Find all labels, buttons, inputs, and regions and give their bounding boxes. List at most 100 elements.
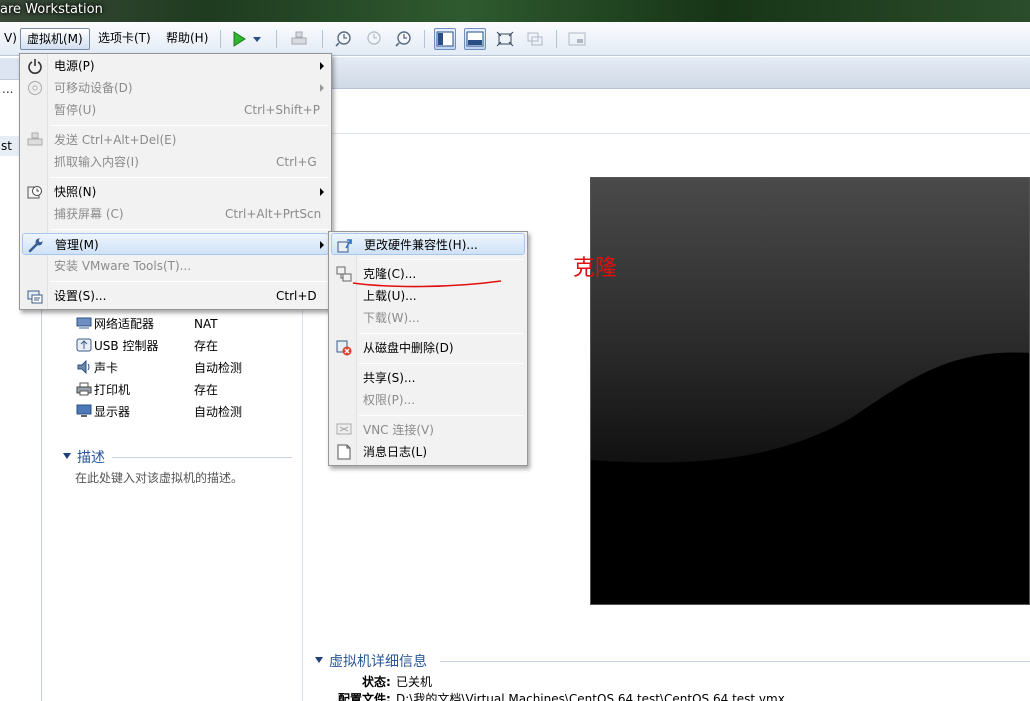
menu-item-label: 权限(P)... (363, 393, 416, 407)
show-library-button[interactable] (434, 28, 456, 50)
menu-item-grab-input[interactable]: 抓取输入内容(I) Ctrl+G (22, 151, 329, 173)
menu-item-vnc-connection[interactable]: VNC 连接(V) (331, 419, 525, 441)
thumbnail-layout-icon (466, 31, 484, 47)
menu-help[interactable]: 帮助(H) (160, 28, 214, 50)
upgrade-icon (337, 239, 352, 253)
menu-item-snapshot[interactable]: 快照(N) (22, 181, 329, 203)
menu-separator (50, 281, 329, 282)
title-bar: are Workstation (0, 0, 1030, 22)
device-row-usb[interactable]: USB 控制器 (76, 335, 158, 357)
menu-item-label: VNC 连接(V) (363, 423, 434, 437)
menu-separator (359, 363, 523, 364)
menu-separator (359, 415, 523, 416)
menu-item-label: 可移动设备(D) (54, 81, 133, 95)
device-row-network[interactable]: 网络适配器 (76, 313, 154, 335)
menu-separator (359, 333, 523, 334)
device-name: 网络适配器 (94, 317, 155, 331)
window-title: are Workstation (0, 2, 103, 17)
show-thumbnail-bar-button[interactable] (464, 28, 486, 50)
device-name: USB 控制器 (94, 339, 159, 353)
status-value: 已关机 (396, 675, 433, 689)
menu-item-install-vmware-tools[interactable]: 安装 VMware Tools(T)... (22, 255, 329, 277)
menu-item-label: 发送 Ctrl+Alt+Del(E) (54, 133, 177, 147)
revert-snapshot-button[interactable] (362, 28, 384, 50)
unity-button[interactable] (524, 28, 546, 50)
toolbar-separator (322, 30, 323, 48)
power-on-button[interactable] (228, 28, 250, 50)
menu-item-capture-screen[interactable]: 捕获屏幕 (C) Ctrl+Alt+PrtScn (22, 203, 329, 225)
send-ctrl-alt-del-button[interactable] (288, 28, 310, 50)
play-icon (233, 31, 246, 47)
device-name: 显示器 (94, 405, 131, 419)
power-dropdown[interactable] (250, 28, 264, 50)
menu-item-removable-devices[interactable]: 可移动设备(D) (22, 77, 329, 99)
menu-item-settings[interactable]: 设置(S)... Ctrl+D (22, 285, 329, 307)
collapse-icon (63, 453, 71, 459)
monitor-icon (76, 404, 92, 417)
wrench-icon (28, 238, 43, 253)
delete-disk-icon (336, 340, 352, 356)
menu-item-change-hardware-compatibility[interactable]: 更改硬件兼容性(H)... (331, 233, 525, 255)
config-file-label: 配置文件: (338, 692, 391, 701)
menu-item-power[interactable]: 电源(P) (22, 55, 329, 77)
printer-icon (76, 382, 92, 396)
menu-item-download[interactable]: 下载(W)... (331, 307, 525, 329)
submenu-arrow-icon (320, 188, 324, 196)
snapshot-manager-button[interactable] (392, 28, 414, 50)
library-search-options[interactable]: ... (2, 82, 13, 96)
description-heading: 描述 (77, 450, 105, 466)
menu-item-label: 捕获屏幕 (C) (54, 207, 124, 221)
status-label: 状态: (362, 675, 391, 689)
menu-item-message-log[interactable]: 消息日志(L) (331, 441, 525, 463)
menu-vm[interactable]: 虚拟机(M) (20, 28, 90, 50)
snapshot-button[interactable] (332, 28, 354, 50)
menu-item-permissions[interactable]: 权限(P)... (331, 389, 525, 411)
collapse-icon (315, 657, 323, 663)
divider (440, 661, 1030, 662)
fullscreen-icon (496, 31, 514, 47)
toolbar-separator (220, 30, 221, 48)
manage-submenu: 更改硬件兼容性(H)... 克隆(C)... 上载(U)... 下载(W)...… (328, 231, 528, 466)
keyboard-icon (291, 31, 307, 45)
snapshot-icon (27, 186, 42, 199)
menu-shortcut: Ctrl+D (276, 289, 317, 303)
annotation-underline (352, 280, 502, 288)
description-placeholder[interactable]: 在此处键入对该虚拟机的描述。 (75, 469, 243, 486)
menu-item-send-ctrl-alt-del[interactable]: 发送 Ctrl+Alt+Del(E) (22, 129, 329, 151)
device-row-sound[interactable]: 声卡 (76, 357, 118, 379)
clock-icon (395, 31, 411, 47)
full-screen-button[interactable] (494, 28, 516, 50)
description-header[interactable]: 描述 (63, 447, 105, 467)
chevron-down-icon (253, 37, 261, 42)
menu-item-manage[interactable]: 管理(M) (22, 233, 329, 255)
menu-item-label: 暂停(U) (54, 103, 97, 117)
device-value: 存在 (194, 339, 219, 353)
device-name: 打印机 (94, 383, 131, 397)
menu-item-delete-from-disk[interactable]: 从磁盘中删除(D) (331, 337, 525, 359)
config-file-value: D:\我的文档\Virtual Machines\CentOS 64 test\… (396, 692, 785, 701)
menu-item-label: 设置(S)... (54, 289, 107, 303)
menu-separator (359, 259, 523, 260)
menu-item-label: 下载(W)... (363, 311, 420, 325)
menu-separator (50, 229, 329, 230)
device-row-printer[interactable]: 打印机 (76, 379, 130, 401)
menu-item-label: 消息日志(L) (363, 445, 428, 459)
device-value: 存在 (194, 383, 219, 397)
vm-screen-preview[interactable] (590, 177, 1030, 605)
vm-details-header[interactable]: 虚拟机详细信息 (315, 651, 427, 671)
toolbar-separator (424, 30, 425, 48)
menu-item-label: 更改硬件兼容性(H)... (364, 238, 478, 252)
settings-icon (27, 290, 43, 304)
menu-item-share[interactable]: 共享(S)... (331, 367, 525, 389)
menu-tabs[interactable]: 选项卡(T) (92, 28, 157, 50)
console-view-button[interactable] (566, 28, 588, 50)
menu-item-label: 电源(P) (54, 59, 95, 73)
device-row-display[interactable]: 显示器 (76, 401, 130, 423)
menu-shortcut: Ctrl+G (276, 155, 317, 169)
toolbar-separator (556, 30, 557, 48)
vm-details-heading: 虚拟机详细信息 (329, 654, 427, 670)
submenu-arrow-icon (320, 84, 324, 92)
menu-item-pause[interactable]: 暂停(U) Ctrl+Shift+P (22, 99, 329, 121)
device-value: 自动检测 (194, 361, 243, 375)
device-value: NAT (194, 317, 218, 331)
